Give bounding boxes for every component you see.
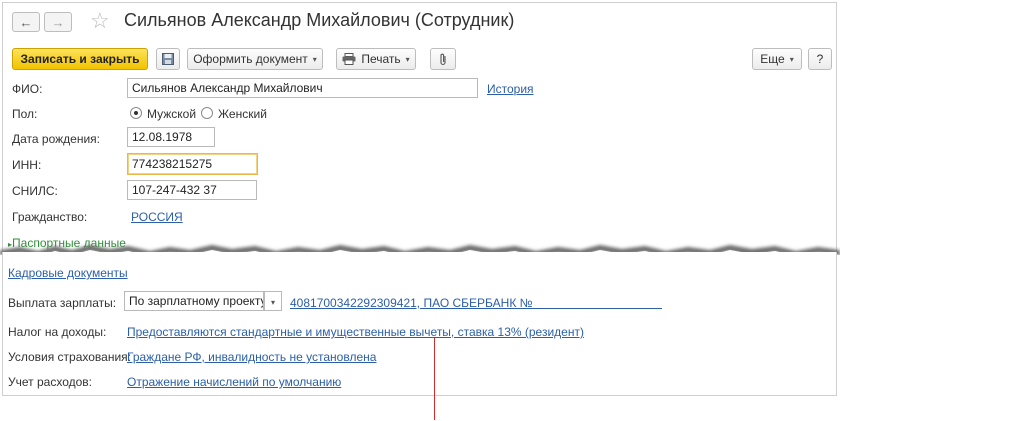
income-tax-link[interactable]: Предоставляются стандартные и имуществен… xyxy=(127,325,584,339)
arrow-right-icon: → xyxy=(51,14,65,30)
more-label: Еще xyxy=(760,52,785,66)
chevron-down-icon: ▾ xyxy=(312,54,317,64)
print-label: Печать xyxy=(361,52,401,66)
salary-payment-dropdown-button[interactable]: ▾ xyxy=(264,291,282,311)
print-button[interactable]: Печать ▾ xyxy=(336,48,416,70)
chevron-down-icon: ▾ xyxy=(270,298,275,307)
snils-label: СНИЛС: xyxy=(12,184,58,198)
back-button[interactable]: ← xyxy=(12,12,40,32)
salary-account-underline xyxy=(470,308,662,309)
fio-input[interactable]: Сильянов Александр Михайлович xyxy=(127,78,478,98)
create-document-button[interactable]: Оформить документ ▾ xyxy=(187,48,323,70)
citizenship-label: Гражданство: xyxy=(12,210,88,224)
create-document-label: Оформить документ xyxy=(193,52,308,66)
save-and-close-button[interactable]: Записать и закрыть xyxy=(12,48,148,70)
gender-male-label[interactable]: Мужской xyxy=(147,107,196,121)
gender-label: Пол: xyxy=(12,107,38,121)
help-button[interactable]: ? xyxy=(808,48,832,70)
hr-documents-link[interactable]: Кадровые документы xyxy=(8,266,128,280)
fio-label: ФИО: xyxy=(12,82,43,96)
chevron-down-icon: ▾ xyxy=(789,54,794,64)
window-title: Сильянов Александр Михайлович (Сотрудник… xyxy=(124,10,515,30)
attach-file-button[interactable] xyxy=(430,48,456,70)
expenses-label: Учет расходов: xyxy=(8,375,92,389)
save-button[interactable] xyxy=(156,48,180,70)
arrow-left-icon: ← xyxy=(19,14,33,30)
snils-input[interactable]: 107-247-432 37 xyxy=(127,180,257,200)
citizenship-link[interactable]: РОССИЯ xyxy=(131,210,183,224)
insurance-label: Условия страхования: xyxy=(8,350,131,364)
more-button[interactable]: Еще ▾ xyxy=(752,48,802,70)
forward-button[interactable]: → xyxy=(44,12,72,32)
gender-female-radio[interactable] xyxy=(201,107,213,119)
income-tax-label: Налог на доходы: xyxy=(8,325,107,339)
printer-icon xyxy=(342,53,356,65)
insurance-link[interactable]: Граждане РФ, инвалидность не установлена xyxy=(127,350,376,364)
chevron-down-icon: ▾ xyxy=(405,54,410,64)
gender-male-radio[interactable] xyxy=(130,107,142,119)
floppy-disk-icon xyxy=(162,53,174,65)
inn-label: ИНН: xyxy=(12,158,42,172)
favorite-star-icon[interactable]: ☆ xyxy=(90,8,110,34)
expenses-link[interactable]: Отражение начислений по умолчанию xyxy=(127,375,341,389)
salary-payment-select[interactable]: По зарплатному проекту xyxy=(124,291,264,311)
birth-date-label: Дата рождения: xyxy=(12,132,100,146)
paperclip-icon xyxy=(440,53,446,65)
birth-date-input[interactable]: 12.08.1978 xyxy=(127,127,215,147)
salary-payment-label: Выплата зарплаты: xyxy=(8,296,117,310)
history-link[interactable]: История xyxy=(487,82,534,96)
gender-female-label[interactable]: Женский xyxy=(218,107,267,121)
annotation-pointer-line xyxy=(434,338,435,420)
inn-input[interactable]: 774238215275 xyxy=(127,153,258,175)
